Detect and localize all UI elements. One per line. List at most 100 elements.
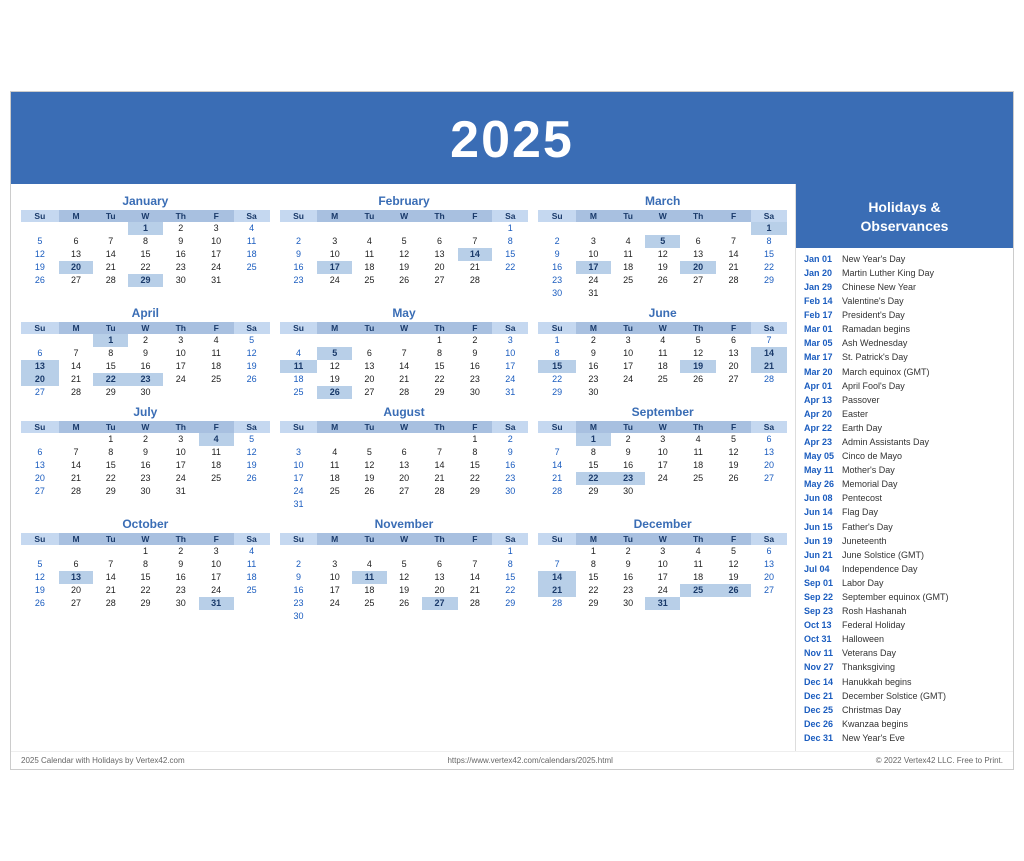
- day-cell: 4: [199, 334, 234, 347]
- day-cell: 28: [59, 485, 94, 498]
- holiday-date: Oct 31: [804, 633, 842, 646]
- holiday-item: Dec 21December Solstice (GMT): [804, 690, 1005, 703]
- day-cell: [317, 334, 352, 347]
- holiday-item: Jun 14Flag Day: [804, 506, 1005, 519]
- holiday-item: Mar 05Ash Wednesday: [804, 337, 1005, 350]
- day-cell: [458, 498, 493, 511]
- day-cell: [492, 498, 528, 511]
- day-cell: 11: [680, 446, 716, 459]
- day-cell: 8: [492, 558, 528, 571]
- day-cell: [387, 334, 422, 347]
- day-cell: 1: [458, 433, 493, 446]
- day-cell: 1: [128, 222, 163, 235]
- month-august: AugustSuMTuWThFSa12345678910111213141516…: [280, 405, 529, 511]
- day-cell: 20: [21, 472, 59, 485]
- day-cell: 18: [352, 261, 387, 274]
- day-cell: [716, 287, 751, 300]
- day-cell: 8: [576, 446, 611, 459]
- day-cell: 3: [280, 446, 318, 459]
- day-cell: 9: [280, 248, 318, 261]
- day-cell: 17: [645, 459, 680, 472]
- day-cell: 26: [387, 597, 422, 610]
- holiday-item: Nov 27Thanksgiving: [804, 661, 1005, 674]
- day-cell: [645, 222, 680, 235]
- day-cell: 4: [352, 558, 387, 571]
- day-cell: 2: [611, 545, 646, 558]
- holiday-date: Nov 11: [804, 647, 842, 660]
- day-cell: [492, 274, 528, 287]
- day-cell: 23: [611, 472, 646, 485]
- day-cell: [21, 222, 59, 235]
- holiday-item: Apr 20Easter: [804, 408, 1005, 421]
- day-cell: 25: [199, 472, 234, 485]
- holiday-item: Oct 13Federal Holiday: [804, 619, 1005, 632]
- day-cell: 6: [751, 545, 787, 558]
- day-cell: 20: [352, 373, 387, 386]
- holiday-item: Mar 20March equinox (GMT): [804, 366, 1005, 379]
- holiday-name: Father's Day: [842, 521, 893, 534]
- day-cell: [751, 597, 787, 610]
- day-cell: 1: [492, 545, 528, 558]
- month-december: DecemberSuMTuWThFSa123456789101112131415…: [538, 517, 787, 623]
- day-cell: 18: [680, 459, 716, 472]
- holiday-name: Valentine's Day: [842, 295, 904, 308]
- day-cell: 12: [234, 347, 270, 360]
- day-cell: 10: [317, 571, 352, 584]
- day-cell: 18: [611, 261, 646, 274]
- day-cell: 23: [163, 261, 199, 274]
- day-cell: 16: [280, 584, 318, 597]
- day-cell: 10: [492, 347, 528, 360]
- day-cell: 17: [611, 360, 646, 373]
- holiday-name: Easter: [842, 408, 868, 421]
- day-cell: 29: [492, 597, 528, 610]
- day-cell: 5: [352, 446, 387, 459]
- day-cell: 6: [680, 235, 716, 248]
- day-cell: 4: [317, 446, 352, 459]
- day-cell: 12: [317, 360, 352, 373]
- months-grid: JanuarySuMTuWThFSa1234567891011121314151…: [21, 194, 787, 623]
- day-cell: 5: [680, 334, 716, 347]
- day-cell: 4: [680, 545, 716, 558]
- holiday-date: Feb 14: [804, 295, 842, 308]
- day-cell: 11: [199, 347, 234, 360]
- holiday-date: Mar 17: [804, 351, 842, 364]
- day-cell: [422, 545, 458, 558]
- holiday-item: Sep 22September equinox (GMT): [804, 591, 1005, 604]
- holiday-date: Dec 31: [804, 732, 842, 745]
- holiday-item: May 11Mother's Day: [804, 464, 1005, 477]
- day-cell: 30: [538, 287, 576, 300]
- holiday-name: New Year's Day: [842, 253, 905, 266]
- day-cell: 26: [645, 274, 680, 287]
- day-cell: 5: [234, 334, 270, 347]
- holiday-date: Apr 20: [804, 408, 842, 421]
- day-cell: 21: [458, 584, 493, 597]
- day-cell: [422, 222, 458, 235]
- holiday-date: May 05: [804, 450, 842, 463]
- holiday-name: Christmas Day: [842, 704, 901, 717]
- day-cell: 14: [538, 459, 576, 472]
- day-cell: 23: [611, 584, 646, 597]
- day-cell: 7: [751, 334, 787, 347]
- day-cell: [680, 485, 716, 498]
- day-cell: 14: [716, 248, 751, 261]
- day-cell: 13: [751, 446, 787, 459]
- day-cell: 8: [458, 446, 493, 459]
- day-cell: 21: [538, 584, 576, 597]
- day-cell: 23: [280, 597, 318, 610]
- day-cell: 19: [645, 261, 680, 274]
- day-cell: 26: [21, 274, 59, 287]
- day-cell: 16: [611, 571, 646, 584]
- holiday-date: Jan 29: [804, 281, 842, 294]
- month-april: AprilSuMTuWThFSa123456789101112131415161…: [21, 306, 270, 399]
- holiday-date: Dec 25: [804, 704, 842, 717]
- day-cell: 1: [751, 222, 787, 235]
- day-cell: [352, 610, 387, 623]
- holiday-item: Jun 15Father's Day: [804, 521, 1005, 534]
- day-cell: 14: [59, 459, 94, 472]
- day-cell: 5: [317, 347, 352, 360]
- day-cell: [199, 386, 234, 399]
- day-cell: 24: [280, 485, 318, 498]
- day-cell: 12: [716, 558, 751, 571]
- day-cell: 17: [163, 360, 199, 373]
- day-cell: [645, 287, 680, 300]
